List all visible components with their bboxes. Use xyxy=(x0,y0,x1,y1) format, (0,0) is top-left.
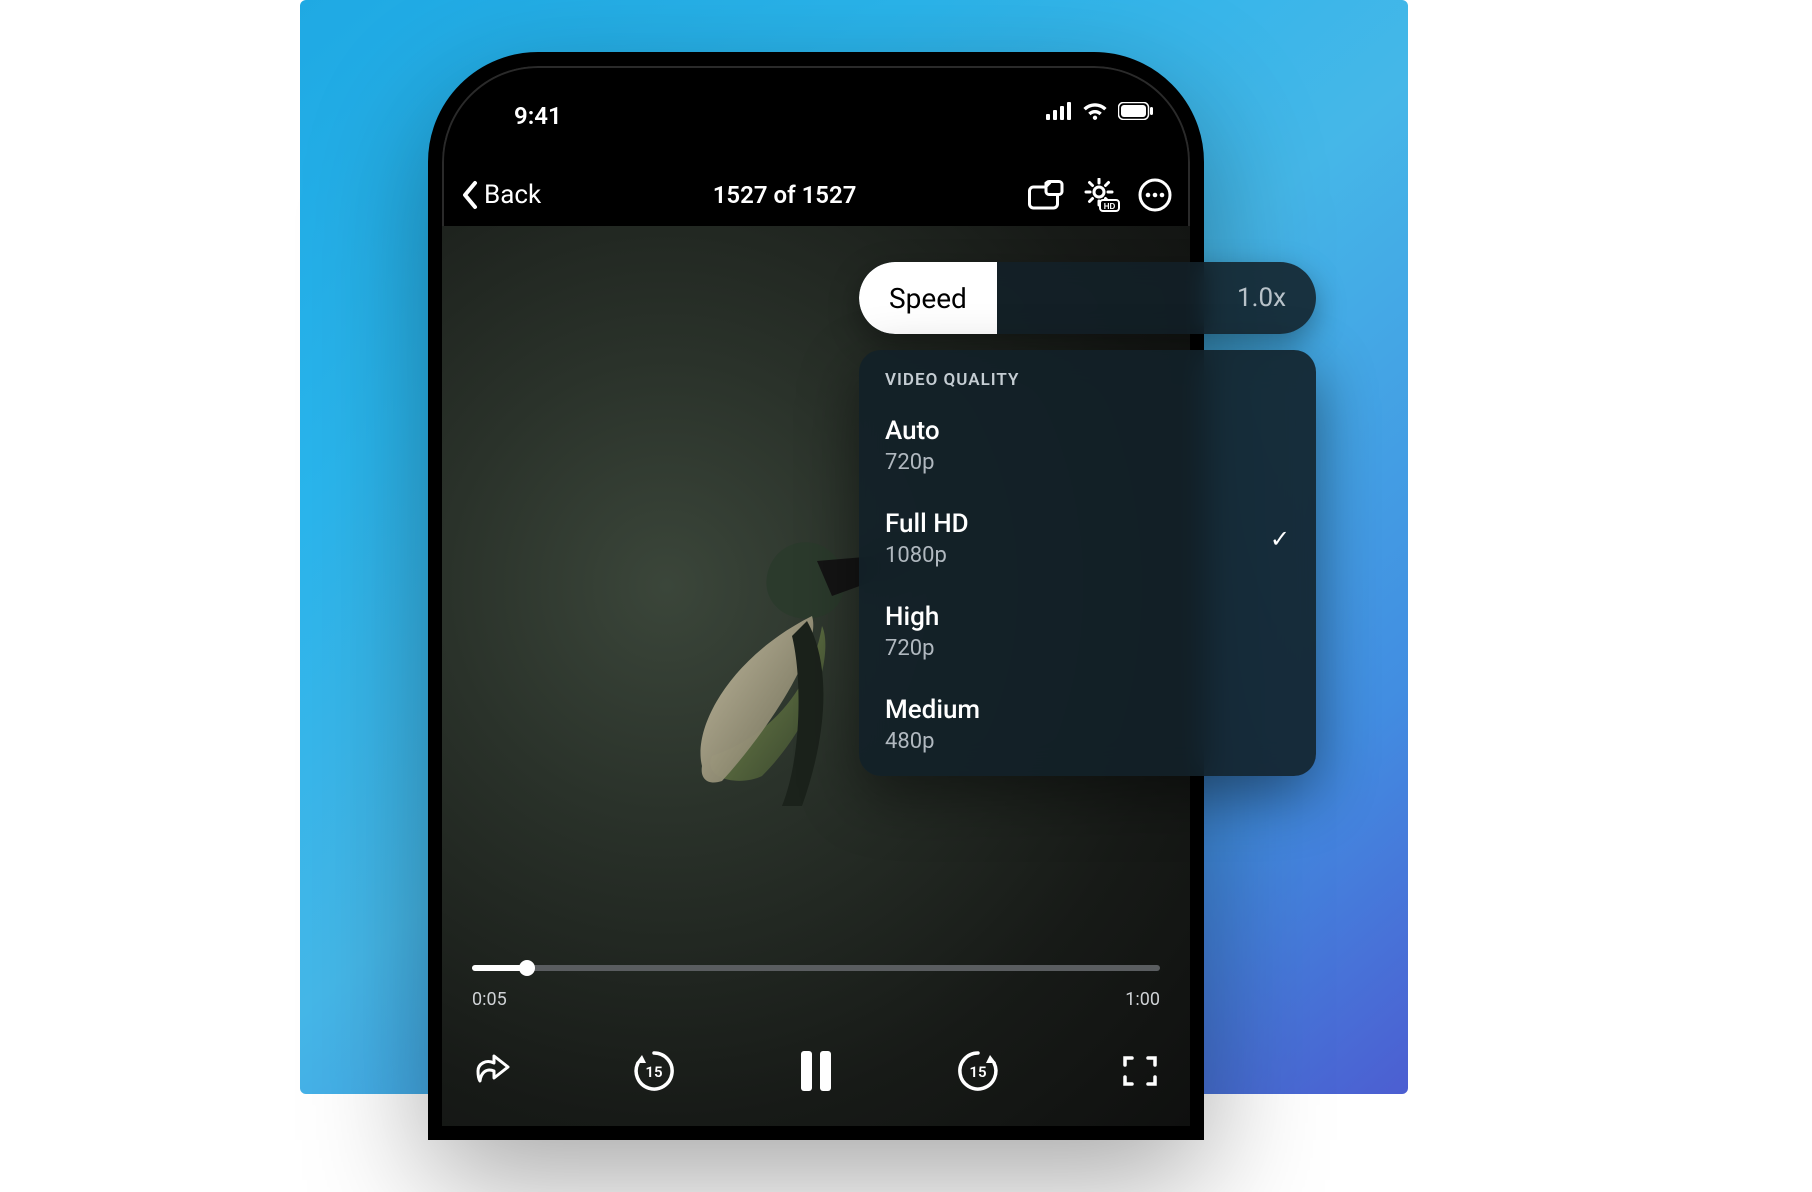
quality-option-title: Auto xyxy=(885,416,940,446)
speed-label-chip: Speed xyxy=(859,262,997,334)
pip-icon xyxy=(1028,180,1064,210)
svg-text:HD: HD xyxy=(1104,202,1116,211)
status-indicators xyxy=(1046,102,1154,120)
back-button[interactable]: Back xyxy=(460,180,541,210)
more-icon xyxy=(1138,178,1172,212)
cellular-icon xyxy=(1046,102,1072,120)
speed-value: 1.0x xyxy=(1237,283,1316,313)
video-quality-header: VIDEO QUALITY xyxy=(859,350,1316,404)
page-counter: 1527 of 1527 xyxy=(713,181,857,209)
current-time: 0:05 xyxy=(472,989,507,1010)
back-label: Back xyxy=(484,180,541,210)
skip-back-15-icon: 15 xyxy=(630,1047,678,1095)
pip-button[interactable] xyxy=(1028,180,1064,210)
share-icon xyxy=(472,1051,512,1091)
battery-icon xyxy=(1118,102,1154,120)
quality-option-title: High xyxy=(885,602,939,632)
quality-option-sub: 720p xyxy=(885,450,940,475)
settings-quality-button[interactable]: HD xyxy=(1082,178,1120,212)
nav-bar: Back 1527 of 1527 HD xyxy=(442,164,1190,226)
duration: 1:00 xyxy=(1125,989,1160,1010)
scrubber-track xyxy=(472,965,1160,971)
quality-option-sub: 480p xyxy=(885,729,980,754)
status-time: 9:41 xyxy=(514,102,562,130)
backdrop: 9:41 Back 1527 of 1527 xyxy=(300,0,1408,1094)
scrubber-thumb[interactable] xyxy=(519,960,535,976)
fullscreen-button[interactable] xyxy=(1120,1051,1160,1091)
quality-option-auto[interactable]: Auto 720p xyxy=(859,404,1316,497)
gear-hd-icon: HD xyxy=(1082,178,1120,212)
video-quality-menu: VIDEO QUALITY Auto 720p Full HD 1080p ✓ High 7… xyxy=(859,350,1316,776)
quality-option-full-hd[interactable]: Full HD 1080p ✓ xyxy=(859,497,1316,590)
svg-text:15: 15 xyxy=(645,1063,662,1081)
svg-text:15: 15 xyxy=(969,1063,986,1081)
quality-option-sub: 720p xyxy=(885,636,939,661)
quality-option-medium[interactable]: Medium 480p xyxy=(859,683,1316,776)
speed-control[interactable]: Speed 1.0x xyxy=(859,262,1316,334)
pause-button[interactable] xyxy=(796,1049,836,1093)
fullscreen-icon xyxy=(1120,1051,1160,1091)
quality-option-sub: 1080p xyxy=(885,543,969,568)
time-labels: 0:05 1:00 xyxy=(472,989,1160,1010)
skip-forward-button[interactable]: 15 xyxy=(954,1047,1002,1095)
dynamic-island xyxy=(721,86,911,134)
more-button[interactable] xyxy=(1138,178,1172,212)
skip-back-button[interactable]: 15 xyxy=(630,1047,678,1095)
chevron-left-icon xyxy=(460,180,480,210)
pause-icon xyxy=(796,1049,836,1093)
wifi-icon xyxy=(1082,102,1108,120)
scrubber[interactable] xyxy=(472,958,1160,978)
quality-option-high[interactable]: High 720p xyxy=(859,590,1316,683)
check-icon: ✓ xyxy=(1270,525,1290,553)
share-button[interactable] xyxy=(472,1051,512,1091)
skip-forward-15-icon: 15 xyxy=(954,1047,1002,1095)
quality-option-title: Full HD xyxy=(885,509,969,539)
quality-option-title: Medium xyxy=(885,695,980,725)
